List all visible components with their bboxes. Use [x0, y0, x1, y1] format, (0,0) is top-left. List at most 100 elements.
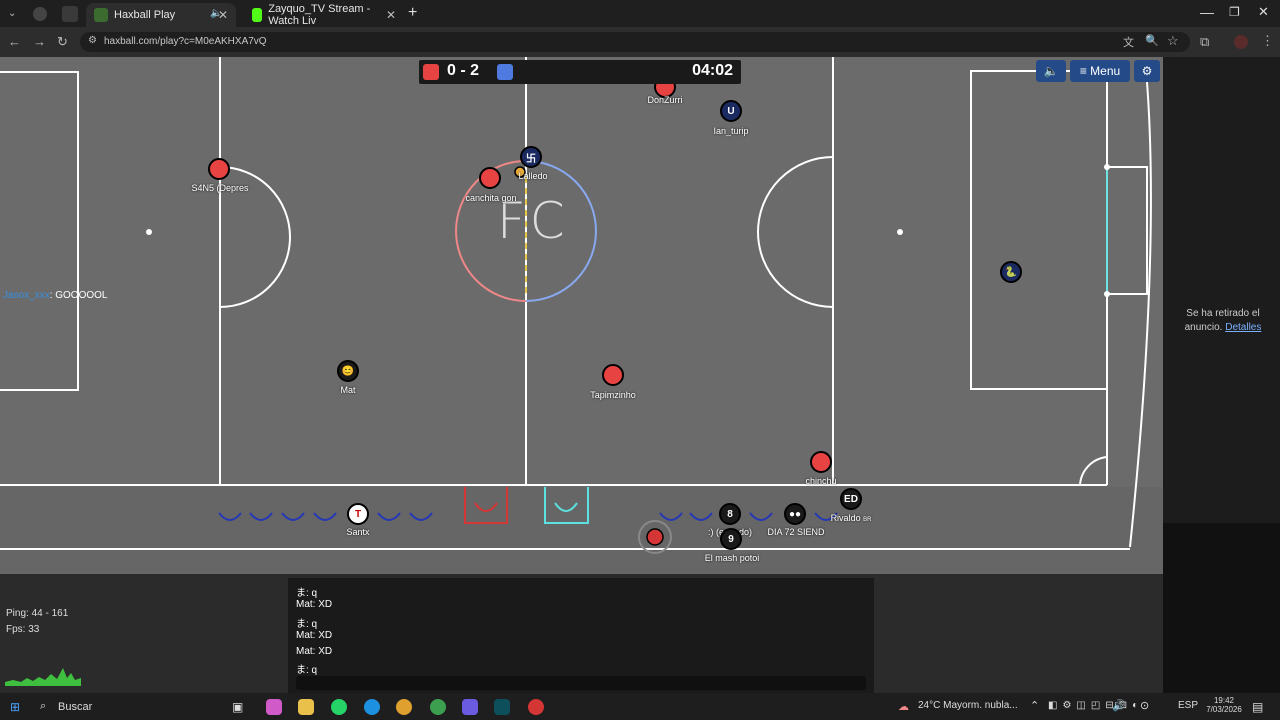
translate-icon[interactable]: 文: [1123, 34, 1134, 50]
tab-title: Haxball Play: [114, 9, 176, 21]
bookmark-star-icon[interactable]: ☆: [1167, 33, 1179, 49]
haxball-favicon-icon: [94, 8, 108, 22]
taskbar-search[interactable]: Buscar: [58, 701, 92, 713]
player-disc: [208, 158, 230, 180]
goal-message-text: : GOOOOOL: [49, 290, 108, 301]
weather-text[interactable]: 24°C Mayorm. nubla...: [918, 700, 1018, 711]
search-icon[interactable]: ⌕: [40, 700, 46, 713]
player-avatar: T: [354, 508, 362, 520]
player-disc: U: [720, 100, 742, 122]
recorder-icon[interactable]: [528, 699, 544, 715]
close-window-icon[interactable]: ✕: [1258, 4, 1269, 20]
red-team-color: [423, 64, 439, 80]
ad-panel: Se ha retirado el anuncio. Detalles: [1163, 57, 1280, 523]
site-info-icon[interactable]: ⚙: [88, 35, 97, 46]
language-indicator[interactable]: ESP: [1178, 700, 1198, 711]
file-explorer-icon[interactable]: [298, 699, 314, 715]
player-name: Santx: [346, 527, 370, 537]
volume-icon[interactable]: 🔊: [1112, 699, 1126, 712]
tab-list-icon[interactable]: ⌄: [8, 0, 16, 29]
player-disc: ●●: [784, 503, 806, 525]
ad-removed-notice: Se ha retirado el anuncio. Detalles: [1171, 307, 1275, 335]
game-menu-bar: 🔈 ≡ Menu ⚙: [1036, 60, 1160, 82]
forward-icon[interactable]: →: [33, 27, 46, 57]
windows-start-icon[interactable]: ⊞: [10, 700, 20, 714]
chat-message: ま: q: [296, 619, 318, 630]
player-disc: ED: [840, 488, 862, 510]
edge-icon[interactable]: [364, 699, 380, 715]
player-avatar: 🐍: [1004, 266, 1018, 278]
menu-button[interactable]: ≡ Menu: [1070, 60, 1130, 82]
player-name: DonZurri: [647, 95, 683, 105]
player-avatar: 卐: [526, 153, 536, 165]
profile-icon[interactable]: [33, 7, 47, 21]
clock-time: 19:42: [1213, 696, 1235, 705]
game-canvas[interactable]: FC Jasox_xxx: GOOOOOL DonZurri U Ian_tur…: [0, 57, 1163, 574]
network-stats: Ping: 44 - 161 Fps: 33: [0, 600, 90, 692]
player-name: Rivaldo BR: [831, 513, 872, 523]
player-name-text: Rivaldo: [830, 513, 861, 523]
player-disc: 9: [720, 528, 742, 550]
player-avatar: ●●: [788, 508, 802, 520]
player-name: canchita gon: [465, 193, 517, 203]
player-avatar: 😊: [341, 365, 355, 377]
task-view-icon[interactable]: ▣: [232, 700, 243, 714]
clock-date: 7/03/2026: [1206, 705, 1242, 714]
player-avatar: 8: [727, 508, 733, 520]
zoom-icon[interactable]: 🔍: [1145, 34, 1159, 47]
score: 0 - 2: [447, 62, 480, 79]
ping-text: Ping: 44 - 161: [6, 608, 69, 619]
ad-details-link[interactable]: Detalles: [1225, 322, 1261, 333]
notifications-icon[interactable]: ▤: [1252, 700, 1263, 714]
chrome-active-icon[interactable]: [430, 699, 446, 715]
fps-text: Fps: 33: [6, 624, 40, 635]
player-disc: [479, 167, 501, 189]
omnibox[interactable]: ⚙ haxball.com/play?c=M0eAKHXA7vQ 文 🔍 ☆: [80, 32, 1190, 52]
player-disc: T: [347, 503, 369, 525]
tray-expand-icon[interactable]: ⌃: [1030, 699, 1039, 712]
player-disc: 8: [719, 503, 741, 525]
tab-title: Zayquo_TV Stream - Watch Liv: [268, 3, 371, 27]
system-tray-icons[interactable]: ◧⚙◫◰⊟⊡◐: [1048, 700, 1143, 711]
extensions-icon[interactable]: ⧉: [1200, 34, 1209, 50]
scoreboard: 0 - 2 04:02: [419, 60, 741, 84]
weather-icon[interactable]: ☁: [898, 700, 909, 713]
player-country-tag: BR: [863, 517, 872, 523]
tab-kick-stream[interactable]: Zayquo_TV Stream - Watch Liv ✕: [244, 3, 404, 27]
minimize-icon[interactable]: —: [1200, 4, 1214, 20]
chat-input[interactable]: [296, 676, 866, 690]
match-clock: 04:02: [692, 62, 733, 79]
tab-close-icon[interactable]: ✕: [386, 8, 396, 22]
clock[interactable]: 19:42 7/03/2026: [1204, 696, 1244, 714]
new-tab-icon[interactable]: +: [408, 4, 417, 22]
kick-favicon-icon: [252, 8, 263, 22]
goal-message-user: Jasox_xxx: [3, 290, 50, 301]
volume-button[interactable]: 🔈: [1036, 60, 1066, 82]
network-icon[interactable]: ⊙: [1140, 699, 1149, 712]
chrome-icon[interactable]: [396, 699, 412, 715]
player-avatar: ED: [844, 493, 858, 505]
chat-message: Mat: XD: [296, 646, 333, 657]
fps-graph: [5, 668, 81, 686]
player-disc: [602, 364, 624, 386]
copilot-icon[interactable]: [266, 699, 282, 715]
player-disc: 🐍: [1000, 261, 1022, 283]
player-name: S4N5 (Depres: [191, 183, 249, 193]
speaker-icon: 🔈: [1043, 64, 1059, 78]
player-name: El mash potoi: [704, 553, 760, 563]
more-menu-icon[interactable]: ⋮: [1261, 33, 1274, 49]
whatsapp-icon[interactable]: [331, 699, 347, 715]
maximize-icon[interactable]: ❐: [1229, 5, 1240, 19]
player-avatar: U: [727, 105, 735, 117]
speaker-icon[interactable]: 🔈: [210, 8, 222, 19]
menu-label: Menu: [1090, 64, 1121, 78]
tab-search-icon[interactable]: [62, 6, 78, 22]
discord-icon[interactable]: [462, 699, 478, 715]
settings-button[interactable]: ⚙: [1134, 60, 1160, 82]
app-icon[interactable]: [494, 699, 510, 715]
chat-message: ま: q: [296, 665, 318, 676]
back-icon[interactable]: ←: [8, 27, 21, 57]
avatar[interactable]: [1234, 35, 1248, 49]
reload-icon[interactable]: ↻: [57, 27, 68, 57]
player-name: Mat: [340, 385, 356, 395]
